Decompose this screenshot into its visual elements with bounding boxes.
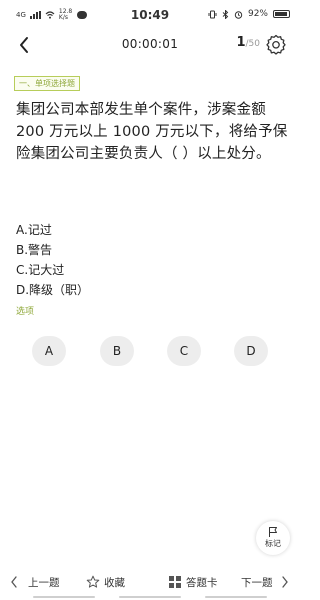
prev-question-button[interactable]: 上一题 bbox=[10, 573, 60, 591]
mark-button[interactable]: 标记 bbox=[256, 521, 290, 555]
next-question-button[interactable]: 下一题 bbox=[241, 573, 289, 591]
choice-button-c[interactable]: C bbox=[167, 336, 201, 366]
battery-icon bbox=[273, 10, 290, 18]
choice-button-a[interactable]: A bbox=[32, 336, 66, 366]
option-item: A.记过 bbox=[16, 223, 52, 237]
prev-label: 上一题 bbox=[28, 576, 60, 589]
current-question-number: 1 bbox=[236, 35, 246, 50]
chevron-left-icon bbox=[11, 576, 17, 588]
battery-percent: 92% bbox=[247, 9, 268, 19]
divider bbox=[205, 596, 267, 598]
options-section-label: 选项 bbox=[16, 307, 35, 317]
divider bbox=[33, 596, 95, 598]
favorite-label: 收藏 bbox=[104, 576, 125, 589]
question-text: 集团公司本部发生单个案件，涉案金额 200 万元以上 1000 万元以下，将给予… bbox=[16, 102, 288, 162]
question-type-badge: 一、单项选择题 bbox=[14, 76, 80, 91]
answer-card-label: 答题卡 bbox=[186, 576, 218, 589]
flag-icon bbox=[269, 527, 277, 537]
option-item: B.警告 bbox=[16, 243, 53, 257]
grid-icon bbox=[169, 576, 181, 588]
chevron-right-icon bbox=[281, 576, 288, 588]
vibrate-icon bbox=[208, 10, 217, 18]
choice-button-d[interactable]: D bbox=[234, 336, 268, 366]
status-bar: 4G 12.8 K/s 10:49 92% bbox=[0, 0, 300, 28]
bluetooth-icon bbox=[222, 9, 229, 19]
next-label: 下一题 bbox=[241, 576, 273, 589]
option-item: C.记大过 bbox=[16, 263, 65, 277]
top-nav: 00:00:01 1/50 bbox=[0, 30, 300, 60]
question-progress: 1/50 bbox=[236, 35, 260, 50]
gear-icon[interactable] bbox=[265, 33, 287, 55]
option-list: A.记过 B.警告 C.记大过 D.降级（职） bbox=[16, 220, 89, 300]
mark-label: 标记 bbox=[265, 539, 281, 548]
answer-card-button[interactable]: 答题卡 bbox=[168, 573, 218, 591]
status-right: 92% bbox=[208, 9, 290, 19]
divider bbox=[119, 596, 181, 598]
bottom-bar: 上一题 收藏 答题卡 下一题 bbox=[0, 564, 300, 600]
answer-choices: A B C D bbox=[0, 336, 300, 366]
favorite-button[interactable]: 收藏 bbox=[86, 573, 125, 591]
choice-button-b[interactable]: B bbox=[100, 336, 134, 366]
star-icon bbox=[86, 575, 100, 588]
option-item: D.降级（职） bbox=[16, 283, 90, 297]
alarm-icon bbox=[234, 10, 243, 19]
total-questions: /50 bbox=[245, 39, 260, 49]
